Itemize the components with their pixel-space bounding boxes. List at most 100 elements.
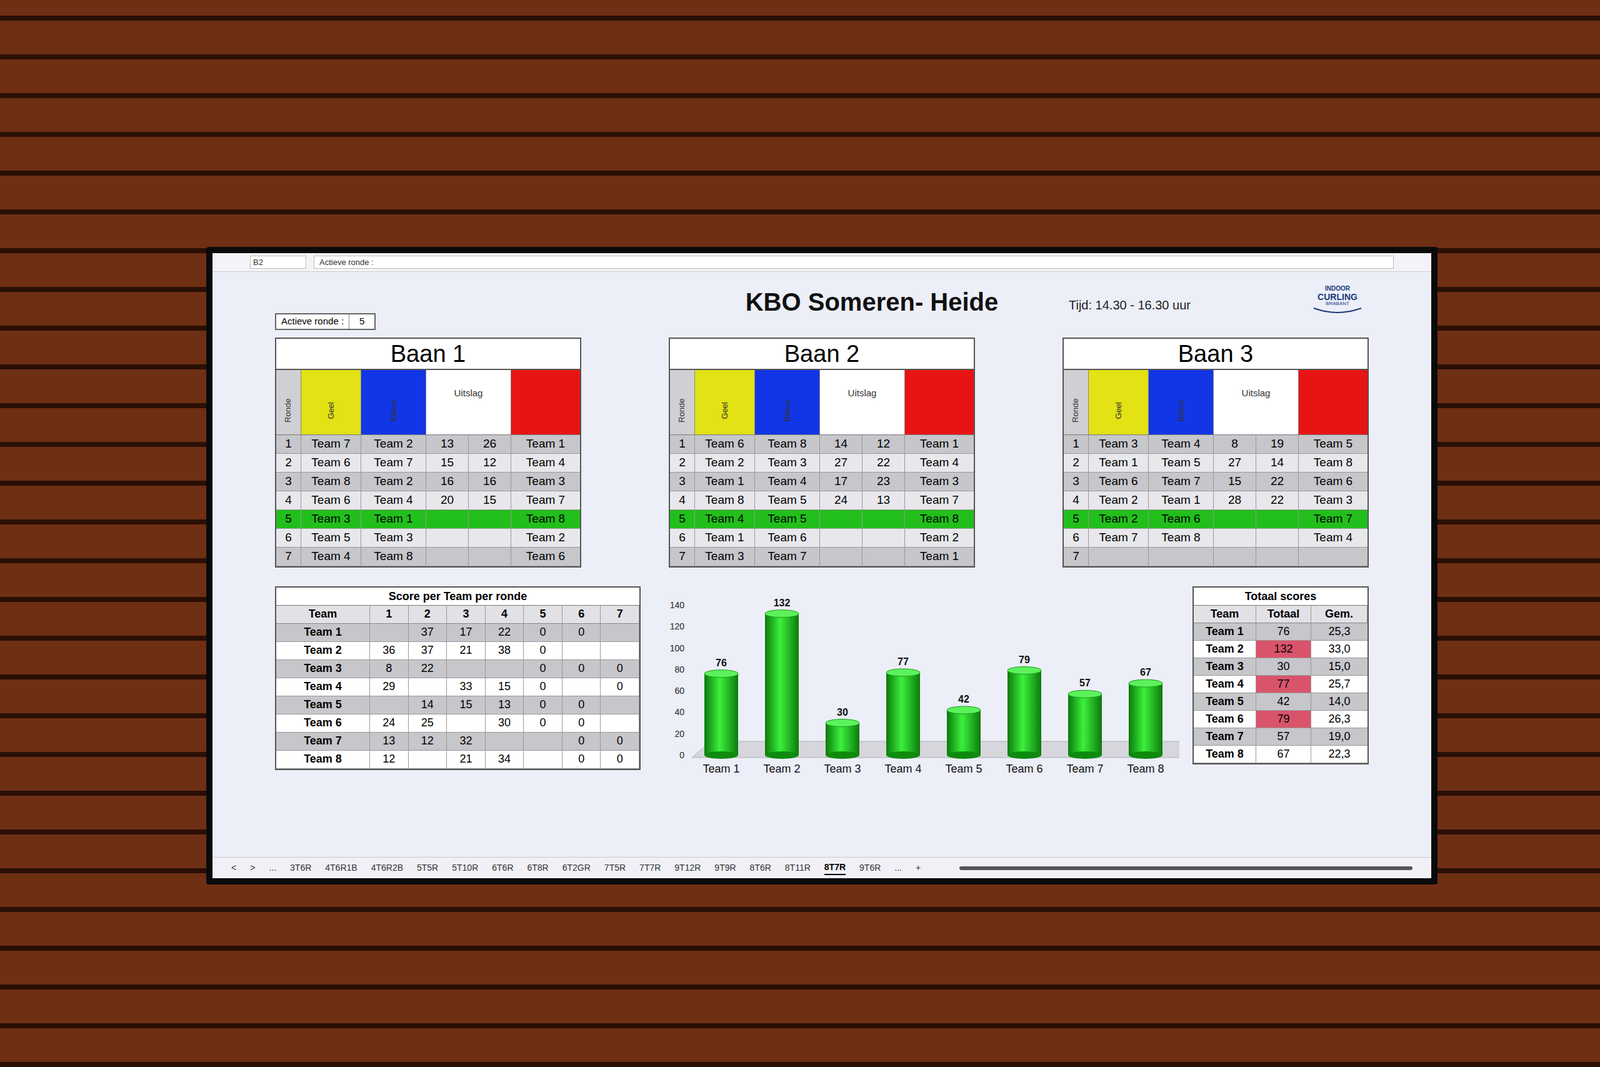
lane-row[interactable]: 4Team 2Team 12822Team 3 <box>1063 491 1368 510</box>
round-score-header: Team1234567 <box>276 605 640 624</box>
lane-header: RondeGeelBlauwUitslag <box>670 370 974 435</box>
totals-row: Team 54214,0 <box>1193 693 1368 711</box>
sheet-tab[interactable]: 9T12R <box>674 861 701 875</box>
lane-row[interactable]: 4Team 6Team 42015Team 7 <box>276 491 580 510</box>
y-tick: 140 <box>669 600 685 610</box>
score-bar-chart: 02040608010012014076Team 1132Team 230Tea… <box>654 586 1180 780</box>
sheet-extra-button[interactable]: ... <box>894 861 902 875</box>
lane-row[interactable]: 6Team 7Team 8Team 4 <box>1063 528 1368 548</box>
lane-header-cell: Ronde <box>670 370 695 435</box>
lane-header-cell: Uitslag <box>426 370 512 435</box>
sheet-tab[interactable]: 8T11R <box>785 861 811 875</box>
sheet-tab[interactable]: 9T6R <box>859 861 881 875</box>
lane-header-cell: Geel <box>1088 370 1149 435</box>
svg-text:42: 42 <box>958 693 970 705</box>
lane-row[interactable]: 3Team 6Team 71522Team 6 <box>1063 472 1368 492</box>
svg-text:77: 77 <box>897 656 909 667</box>
sheet-tab[interactable]: 8T6R <box>750 861 772 875</box>
round-score-table: Score per Team per rondeTeam1234567Team … <box>275 586 641 770</box>
lane-table: Baan 1RondeGeelBlauwUitslag1Team 7Team 2… <box>275 337 582 568</box>
sheet-tab[interactable]: 5T10R <box>451 861 479 875</box>
sheet-tab-bar: < >... 3T6R 4T6R1B 4T6R2B 5T5R 5T10R 6T6R 6T8R 6T… <box>212 856 1432 879</box>
chart-bar: 132Team 2 <box>763 596 800 775</box>
lane-row[interactable]: 7Team 3Team 7Team 1 <box>670 547 974 567</box>
svg-text:Team 6: Team 6 <box>1005 762 1043 775</box>
svg-text:Team 3: Team 3 <box>823 762 861 775</box>
lane-row[interactable]: 5Team 2Team 6Team 7 <box>1063 510 1368 529</box>
lane-row[interactable]: 5Team 3Team 1Team 8 <box>276 510 580 529</box>
active-round[interactable]: Actieve ronde :5 <box>275 313 376 330</box>
sheet-tab[interactable]: 7T7R <box>639 861 661 875</box>
lane-header-cell: Blauw <box>755 370 820 435</box>
tv-screen: B2 Actieve ronde : Actieve ronde :5 KBO Som… <box>206 246 1438 885</box>
svg-text:Team 8: Team 8 <box>1126 762 1164 775</box>
svg-text:132: 132 <box>773 596 790 608</box>
sheet-nav-button[interactable]: ... <box>268 861 277 875</box>
lane-row[interactable]: 2Team 2Team 32722Team 4 <box>670 453 974 473</box>
lane-header-cell: Uitslag <box>1213 370 1299 435</box>
lane-header: RondeGeelBlauwUitslag <box>1063 370 1368 435</box>
sheet-tab[interactable]: 6T8R <box>527 861 549 875</box>
round-score-row: Team 137172200 <box>276 623 640 642</box>
totals-title: Totaal scores <box>1193 587 1368 606</box>
sheet-tab[interactable]: 4T6R2B <box>371 861 404 875</box>
lane-row[interactable]: 4Team 8Team 52413Team 7 <box>670 491 974 510</box>
sheet-tab[interactable]: 4T6R1B <box>325 861 357 875</box>
lane-header-cell <box>511 370 580 435</box>
lane-row[interactable]: 3Team 1Team 41723Team 3 <box>670 472 974 492</box>
sheet-extra-button[interactable]: + <box>915 861 921 875</box>
svg-text:Team 1: Team 1 <box>702 762 740 775</box>
svg-text:Team 5: Team 5 <box>945 762 982 775</box>
lane-row[interactable]: 2Team 1Team 52714Team 8 <box>1063 453 1368 473</box>
svg-text:57: 57 <box>1079 677 1091 689</box>
lane-row[interactable]: 3Team 8Team 21616Team 3 <box>276 472 580 492</box>
lane-header-cell: Blauw <box>1148 370 1214 435</box>
sheet-tab[interactable]: 7T5R <box>604 861 626 875</box>
lane-row[interactable]: 7 <box>1063 547 1368 567</box>
formula-bar: B2 Actieve ronde : <box>212 253 1432 272</box>
sheet-tab[interactable]: 6T6R <box>491 861 514 875</box>
lane-row[interactable]: 7Team 4Team 8Team 6 <box>276 547 580 567</box>
lane-row[interactable]: 1Team 3Team 4819Team 5 <box>1063 435 1368 454</box>
sheet-nav-button[interactable]: < <box>231 861 237 875</box>
lane-title: Baan 1 <box>276 338 580 370</box>
chart-bar: 57Team 7 <box>1066 677 1104 775</box>
sheet-tab[interactable]: 9T9R <box>714 861 736 875</box>
lane-row[interactable]: 1Team 7Team 21326Team 1 <box>276 435 580 454</box>
sheet-tab[interactable]: 6T2GR <box>562 861 591 875</box>
lane-header-cell: Uitslag <box>820 370 905 435</box>
sheet-nav-button[interactable]: > <box>250 861 255 875</box>
svg-text:67: 67 <box>1140 666 1152 678</box>
horizontal-scrollbar[interactable] <box>959 866 1413 870</box>
sheet-tab[interactable]: 5T5R <box>416 861 439 875</box>
cell-reference[interactable]: B2 <box>250 255 307 270</box>
sheet-tab[interactable]: 3T6R <box>290 861 312 875</box>
lane-header-cell: Geel <box>301 370 362 435</box>
lane-header-cell: Geel <box>695 370 755 435</box>
totals-header: TeamTotaalGem. <box>1193 605 1368 624</box>
lane-title: Baan 2 <box>670 338 974 370</box>
lane-row[interactable]: 6Team 1Team 6Team 2 <box>670 528 974 548</box>
round-score-row: Team 812213400 <box>276 750 640 769</box>
photo-scene: B2 Actieve ronde : Actieve ronde :5 KBO Som… <box>0 0 1600 1067</box>
round-score-row: Team 624253000 <box>276 714 640 733</box>
page-title: KBO Someren- Heide <box>675 280 1069 321</box>
totals-row: Team 33015,0 <box>1193 658 1368 676</box>
lane-row[interactable]: 6Team 5Team 3Team 2 <box>276 528 580 548</box>
lane-row[interactable]: 5Team 4Team 5Team 8 <box>670 510 974 529</box>
svg-text:79: 79 <box>1018 653 1030 665</box>
y-tick: 40 <box>674 706 685 717</box>
chart-bar: 67 Team 8 <box>1126 666 1164 775</box>
y-tick: 100 <box>669 642 685 653</box>
formula-input[interactable]: Actieve ronde : <box>313 255 1394 270</box>
lane-row[interactable]: 1Team 6Team 81412Team 1 <box>670 435 974 454</box>
lane-row[interactable]: 2Team 6Team 71512Team 4 <box>276 453 580 473</box>
sheet-body: Actieve ronde :5KBO Someren- HeideTijd: … <box>212 271 1432 845</box>
svg-text:Team 4: Team 4 <box>884 762 922 775</box>
round-score-row: Team 514151300 <box>276 696 640 715</box>
chart-bar: 42 Team 5 <box>945 693 982 775</box>
svg-text:30: 30 <box>836 706 849 717</box>
sheet-tab[interactable]: 8T7R <box>824 860 846 875</box>
lane-header-cell <box>1298 370 1368 435</box>
spreadsheet-window: B2 Actieve ronde : Actieve ronde :5 KBO Som… <box>212 253 1432 879</box>
